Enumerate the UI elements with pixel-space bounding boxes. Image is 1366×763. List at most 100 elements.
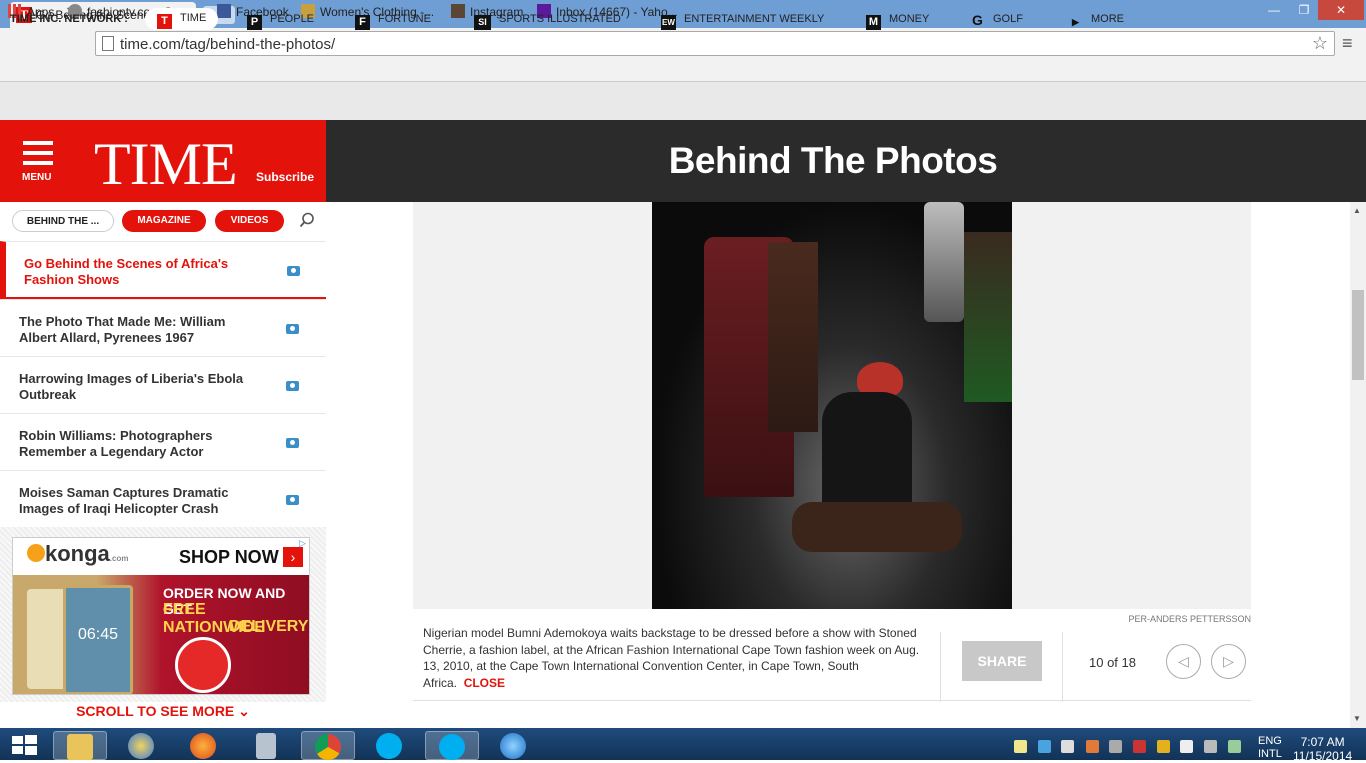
videos-button[interactable]: VIDEOS bbox=[215, 210, 284, 232]
time-logo[interactable]: TIME bbox=[94, 130, 238, 199]
taskbar-paint[interactable] bbox=[115, 731, 169, 760]
share-button[interactable]: SHARE bbox=[962, 641, 1042, 681]
hamburger-line bbox=[23, 141, 53, 145]
scroll-up-icon[interactable]: ▲ bbox=[1353, 206, 1361, 215]
taskbar-skype-2[interactable] bbox=[425, 731, 479, 760]
sidebar-item-title: Go Behind the Scenes of Africa's Fashion… bbox=[24, 256, 229, 287]
scrollbar-thumb[interactable] bbox=[1352, 290, 1364, 380]
ad-banner-image: 06:45 ORDER NOW AND GET FREE NATIONWIDE … bbox=[13, 575, 309, 694]
previous-arrow-icon[interactable]: ◁ bbox=[1166, 644, 1201, 679]
network-label: TIME INC. NETWORK : bbox=[10, 13, 128, 25]
network-signal-icon[interactable] bbox=[1228, 740, 1241, 753]
subscribe-link[interactable]: Subscribe bbox=[256, 170, 314, 184]
camera-icon bbox=[287, 266, 300, 276]
konga-logo-icon bbox=[27, 544, 45, 562]
money-logo-icon: M bbox=[866, 15, 881, 30]
instagram-icon bbox=[451, 4, 465, 18]
phone-screen-image: 06:45 bbox=[63, 585, 133, 694]
restore-icon[interactable]: ❐ bbox=[1290, 0, 1318, 20]
system-clock[interactable]: 7:07 AM 11/15/2014 bbox=[1293, 735, 1352, 763]
magazine-button[interactable]: MAGAZINE bbox=[122, 210, 206, 232]
tray-note-icon[interactable] bbox=[1014, 740, 1027, 753]
sidebar-item-robin-williams[interactable]: Robin Williams: Photographers Remember a… bbox=[0, 413, 326, 470]
bookmark-star-icon[interactable]: ☆ bbox=[1312, 33, 1328, 54]
taskbar-skype[interactable] bbox=[363, 731, 417, 760]
dropbox-icon[interactable] bbox=[1038, 740, 1051, 753]
sidebar-item-title: The Photo That Made Me: William Albert A… bbox=[19, 314, 226, 345]
ad-choices-icon[interactable]: ▷ bbox=[299, 538, 309, 549]
arrow-right-icon: › bbox=[283, 547, 303, 567]
sidebar-item-photo-that-made-me[interactable]: The Photo That Made Me: William Albert A… bbox=[0, 299, 326, 356]
warning-icon[interactable] bbox=[1157, 740, 1170, 753]
tray-flag-icon[interactable] bbox=[1133, 740, 1146, 753]
sidebar-item-title: Moises Saman Captures Dramatic Images of… bbox=[19, 485, 229, 516]
window-close-icon[interactable]: ✕ bbox=[1318, 0, 1364, 20]
address-bar[interactable]: time.com/tag/behind-the-photos/ ☆ bbox=[95, 31, 1335, 56]
konga-brand: konga bbox=[45, 541, 110, 566]
tag-pill-behind-the-photos[interactable]: BEHIND THE ... bbox=[12, 210, 114, 232]
network-link-time[interactable]: T TIME bbox=[145, 8, 219, 30]
time-logo-icon: T bbox=[157, 14, 172, 29]
network-link-fortune[interactable]: F FORTUNE bbox=[355, 13, 431, 30]
network-link-golf[interactable]: G GOLF bbox=[970, 13, 1023, 28]
people-logo-icon: P bbox=[247, 15, 262, 30]
camera-icon bbox=[286, 324, 299, 334]
calculator-icon bbox=[256, 733, 276, 759]
network-link-ew[interactable]: EW ENTERTAINMENT WEEKLY bbox=[661, 13, 824, 30]
photo-credit: PER-ANDERS PETTERSSON bbox=[1128, 614, 1251, 624]
menu-label[interactable]: MENU bbox=[22, 172, 51, 183]
firefox-icon bbox=[190, 733, 216, 759]
divider bbox=[413, 700, 1251, 701]
ad-line-3: DELIVERY bbox=[229, 618, 309, 635]
windows-start-icon[interactable] bbox=[10, 734, 38, 756]
network-link-si[interactable]: SI SPORTS ILLUSTRATED bbox=[474, 13, 621, 30]
minimize-icon[interactable]: — bbox=[1260, 0, 1288, 20]
internet-explorer-icon bbox=[500, 733, 526, 759]
paint-icon bbox=[128, 733, 154, 759]
camera-icon bbox=[286, 381, 299, 391]
play-arrow-icon: ▶ bbox=[1072, 17, 1079, 27]
tray-app-icon[interactable] bbox=[1109, 740, 1122, 753]
hanging-dress bbox=[768, 242, 818, 432]
taskbar-explorer[interactable] bbox=[53, 731, 107, 760]
sidebar-item-liberia-ebola[interactable]: Harrowing Images of Liberia's Ebola Outb… bbox=[0, 356, 326, 413]
photo-caption: Nigerian model Bumni Ademokoya waits bac… bbox=[423, 626, 920, 690]
scroll-down-icon[interactable]: ▼ bbox=[1353, 714, 1361, 723]
network-link-more[interactable]: ▶ MORE bbox=[1068, 13, 1124, 30]
search-icon[interactable] bbox=[299, 212, 315, 228]
konga-ad[interactable]: konga.com SHOP NOW › ▷ 06:45 ORDER NOW A… bbox=[12, 537, 310, 695]
page-scrollbar[interactable] bbox=[1350, 202, 1366, 728]
volume-icon[interactable] bbox=[1061, 740, 1074, 753]
divider bbox=[1062, 632, 1063, 702]
taskbar-calculator[interactable] bbox=[239, 731, 293, 760]
facebook-icon bbox=[217, 4, 231, 18]
chevron-down-icon: ⌄ bbox=[234, 703, 250, 719]
taskbar-chrome[interactable] bbox=[301, 731, 355, 760]
taskbar-ie[interactable] bbox=[487, 731, 541, 760]
folder-icon bbox=[67, 734, 93, 760]
language-indicator[interactable]: ENG INTL bbox=[1258, 735, 1282, 761]
network-link-people[interactable]: P PEOPLE bbox=[247, 13, 314, 30]
scroll-to-see-more[interactable]: SCROLL TO SEE MORE ⌄ bbox=[0, 703, 326, 720]
network-bar bbox=[0, 82, 1366, 120]
tray-tools-icon[interactable] bbox=[1204, 740, 1217, 753]
chrome-menu-icon[interactable]: ≡ bbox=[1342, 33, 1353, 54]
next-arrow-icon[interactable]: ▷ bbox=[1211, 644, 1246, 679]
battery-icon[interactable] bbox=[1180, 740, 1193, 753]
gallery-photo[interactable] bbox=[652, 202, 1012, 609]
hamburger-line bbox=[23, 151, 53, 155]
bookmarks-bar bbox=[0, 58, 1366, 82]
chrome-icon bbox=[315, 734, 341, 760]
sidebar-item-moises-saman[interactable]: Moises Saman Captures Dramatic Images of… bbox=[0, 470, 326, 527]
sidebar-item-title: Robin Williams: Photographers Remember a… bbox=[19, 428, 213, 459]
page-icon bbox=[102, 36, 114, 51]
fortune-logo-icon: F bbox=[355, 15, 370, 30]
golf-logo-icon: G bbox=[972, 12, 983, 28]
page-title: Behind The Photos bbox=[668, 140, 998, 181]
taskbar-firefox[interactable] bbox=[177, 731, 231, 760]
network-link-money[interactable]: M MONEY bbox=[866, 13, 929, 30]
close-caption-link[interactable]: CLOSE bbox=[464, 676, 505, 690]
sidebar-item-africa-fashion[interactable]: Go Behind the Scenes of Africa's Fashion… bbox=[0, 241, 326, 299]
tray-app-icon[interactable] bbox=[1086, 740, 1099, 753]
model-legs bbox=[792, 502, 962, 552]
